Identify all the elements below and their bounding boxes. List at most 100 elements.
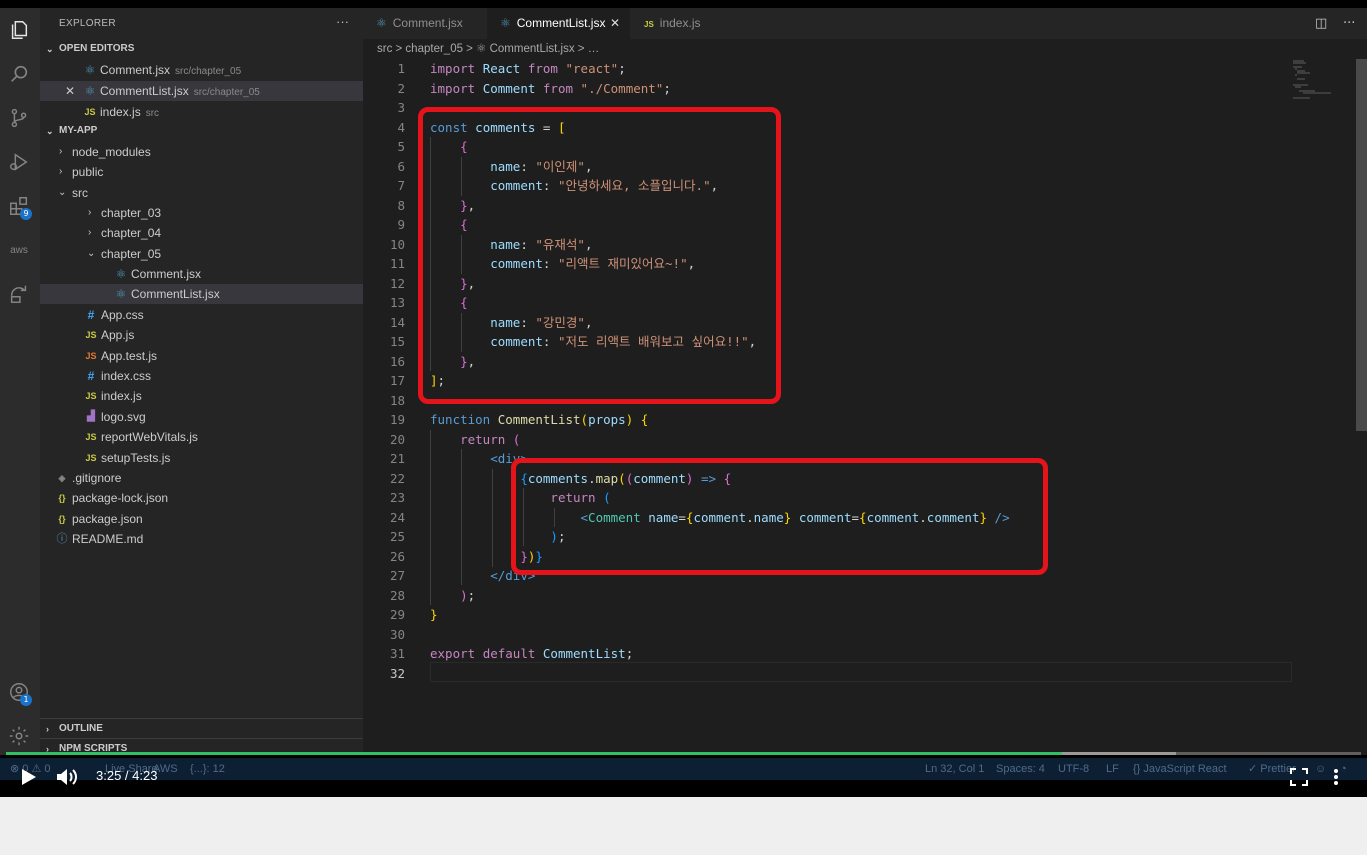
chevron-down-icon: ⌄	[46, 44, 54, 54]
tree-folder-node-modules[interactable]: › node_modules	[40, 142, 363, 162]
more-actions-icon[interactable]: ···	[336, 14, 349, 29]
open-editor-path: src	[145, 108, 160, 119]
js-file-icon: JS	[85, 330, 97, 340]
tree-file-package-lock[interactable]: {} package-lock.json	[40, 488, 363, 508]
tree-folder-chapter-04[interactable]: › chapter_04	[40, 223, 363, 243]
tree-file-app-test-js[interactable]: JS App.test.js	[40, 346, 363, 366]
open-editor-label: index.js	[100, 105, 141, 119]
breadcrumb[interactable]: src > chapter_05 > ⚛ CommentList.jsx > …	[363, 39, 1367, 59]
tree-file-index-js[interactable]: JS index.js	[40, 386, 363, 406]
vertical-scrollbar[interactable]	[1354, 59, 1367, 755]
css-file-icon: #	[87, 369, 95, 383]
js-file-icon: JS	[644, 20, 654, 29]
chevron-right-icon: ›	[59, 146, 63, 157]
close-icon[interactable]: ✕	[65, 81, 75, 101]
chevron-down-icon: ⌄	[58, 187, 67, 198]
chevron-right-icon: ›	[46, 744, 49, 754]
css-file-icon: #	[87, 308, 95, 322]
remote-explorer-icon[interactable]	[7, 282, 31, 306]
open-editors-header[interactable]: ⌄ OPEN EDITORS	[40, 39, 363, 59]
video-top-border	[0, 0, 1367, 8]
json-file-icon: {}	[58, 514, 66, 524]
open-editor-comment[interactable]: ⚛ Comment.jsx src/chapter_05	[40, 60, 363, 80]
explorer-title: EXPLORER	[59, 18, 116, 29]
chevron-right-icon: ›	[46, 724, 49, 734]
code-line: import React from "react";	[430, 61, 626, 76]
chevron-right-icon: ›	[59, 166, 63, 177]
scrollbar-thumb[interactable]	[1356, 59, 1367, 431]
tree-folder-chapter-05[interactable]: ⌄ chapter_05	[40, 244, 363, 264]
video-progress-fill[interactable]	[6, 752, 1062, 755]
info-icon: ⓘ	[56, 533, 68, 545]
react-file-icon: ⚛	[84, 84, 96, 98]
play-icon[interactable]	[18, 767, 38, 787]
react-file-icon: ⚛	[500, 16, 511, 30]
react-file-icon: ⚛	[376, 16, 387, 30]
run-debug-icon[interactable]	[7, 150, 31, 174]
chevron-down-icon: ⌄	[87, 248, 96, 259]
video-time: 3:25 / 4:23	[96, 768, 158, 783]
search-icon[interactable]	[7, 62, 31, 86]
tree-file-report-web-vitals[interactable]: JS reportWebVitals.js	[40, 427, 363, 447]
aws-icon[interactable]: aws	[7, 238, 31, 262]
more-actions-icon[interactable]: ···	[1343, 16, 1355, 31]
source-control-icon[interactable]	[7, 106, 31, 130]
tree-file-app-css[interactable]: # App.css	[40, 305, 363, 325]
project-header[interactable]: ⌄ MY-APP	[40, 121, 363, 141]
tab-commentlist-jsx[interactable]: ⚛ CommentList.jsx ✕	[487, 8, 630, 39]
fullscreen-icon[interactable]	[1290, 768, 1308, 786]
react-file-icon: ⚛	[84, 63, 96, 77]
video-frame: 9 aws 1 EXPLORER ··· ⌄ OPEN EDITORS ⚛ Co…	[0, 0, 1367, 797]
highlight-box-map-block	[511, 458, 1048, 575]
extensions-badge: 9	[20, 208, 32, 220]
video-controls: 3:25 / 4:23	[0, 760, 1367, 797]
split-editor-icon[interactable]: ◫	[1315, 16, 1327, 31]
tree-folder-src[interactable]: ⌄ src	[40, 183, 363, 203]
js-file-icon: JS	[84, 107, 96, 117]
react-file-icon: ⚛	[115, 287, 127, 301]
svg-file-icon: ▟	[87, 411, 95, 422]
tree-file-gitignore[interactable]: ◈ .gitignore	[40, 468, 363, 488]
minimap[interactable]	[1290, 59, 1354, 99]
editor-tabs: ⚛ Comment.jsx ⚛ CommentList.jsx ✕ JS index.…	[363, 8, 1367, 39]
tree-folder-chapter-03[interactable]: › chapter_03	[40, 203, 363, 223]
tree-file-comment[interactable]: ⚛ Comment.jsx	[40, 264, 363, 284]
open-editor-path: src/chapter_05	[175, 66, 242, 77]
tree-file-logo-svg[interactable]: ▟ logo.svg	[40, 407, 363, 427]
tree-file-app-js[interactable]: JS App.js	[40, 325, 363, 345]
tree-file-readme[interactable]: ⓘ README.md	[40, 529, 363, 549]
tree-file-setup-tests[interactable]: JS setupTests.js	[40, 448, 363, 468]
chevron-right-icon: ›	[88, 207, 92, 218]
tab-index-js[interactable]: JS index.js	[631, 8, 731, 39]
code-line: function CommentList(props) {	[430, 412, 649, 427]
explorer-sidebar: EXPLORER ··· ⌄ OPEN EDITORS ⚛ Comment.js…	[40, 8, 363, 755]
json-file-icon: {}	[58, 493, 66, 503]
js-file-icon: JS	[85, 453, 97, 463]
open-editor-commentlist[interactable]: ✕ ⚛ CommentList.jsx src/chapter_05	[40, 81, 363, 101]
react-file-icon: ⚛	[115, 267, 127, 281]
npm-scripts-header[interactable]: › NPM SCRIPTS	[40, 738, 363, 758]
tree-folder-public[interactable]: › public	[40, 162, 363, 182]
tree-file-commentlist[interactable]: ⚛ CommentList.jsx	[40, 284, 363, 304]
outline-header[interactable]: › OUTLINE	[40, 718, 363, 738]
tab-close-icon[interactable]: ✕	[610, 8, 620, 39]
explorer-icon[interactable]	[7, 18, 31, 42]
open-editor-path: src/chapter_05	[193, 87, 260, 98]
chevron-right-icon: ›	[88, 227, 92, 238]
settings-gear-icon[interactable]	[7, 724, 31, 748]
tab-comment-jsx[interactable]: ⚛ Comment.jsx	[363, 8, 486, 39]
tree-file-index-css[interactable]: # index.css	[40, 366, 363, 386]
code-editor[interactable]: 1 2 3 4 5 6 7 8 9 10 11 12 13 14 15 16 17 18 19 20 21 22 23 24 2…	[363, 59, 1367, 755]
highlight-box-comments-array	[418, 107, 781, 404]
chevron-down-icon: ⌄	[46, 126, 54, 136]
code-line: );	[460, 587, 476, 603]
volume-icon[interactable]	[55, 766, 79, 788]
tree-file-package-json[interactable]: {} package.json	[40, 509, 363, 529]
open-editor-index[interactable]: JS index.js src	[40, 102, 363, 122]
code-line: import Comment from "./Comment";	[430, 80, 671, 96]
code-line: export default CommentList;	[430, 646, 634, 661]
more-options-icon[interactable]	[1330, 766, 1342, 788]
code-line: }	[430, 607, 438, 622]
